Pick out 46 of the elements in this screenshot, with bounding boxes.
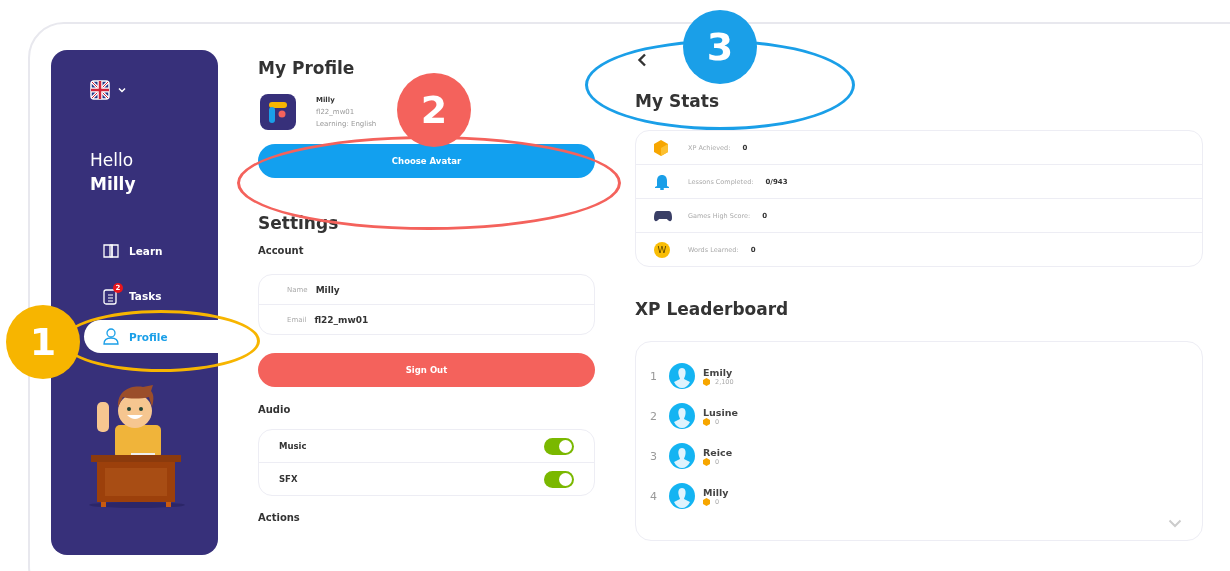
toggle-label: Music (279, 441, 307, 451)
back-chevron-icon[interactable] (637, 53, 647, 67)
book-icon (103, 244, 119, 258)
field-value: Milly (315, 284, 340, 295)
toggle-switch[interactable] (544, 437, 574, 455)
user-name: Milly (89, 173, 137, 196)
rank-number: 1 (650, 369, 658, 383)
nav-item[interactable]: Profile (84, 320, 218, 353)
rank-number: 2 (650, 409, 658, 423)
subsection-title: Account (258, 245, 305, 256)
player-name: Emily (703, 366, 733, 378)
player-name: Milly (703, 486, 729, 498)
avatar-icon (669, 363, 695, 389)
player-name: Lusine (703, 406, 738, 418)
player-name: Reice (703, 446, 733, 458)
toggle-label: SFX (279, 474, 298, 484)
choose-avatar-button[interactable]: Choose Avatar (258, 144, 595, 178)
app-logo-icon (260, 94, 296, 130)
hexagon-icon (703, 417, 710, 426)
hexagon-icon (703, 377, 710, 386)
letter-coin-icon: W (654, 241, 670, 258)
avatar-icon (669, 443, 695, 469)
bell-icon (654, 173, 670, 190)
step-number-badge: 3 (683, 10, 757, 84)
step-number-badge: 2 (397, 73, 471, 147)
toggle-switch[interactable] (544, 470, 574, 488)
subsection-title: Actions (258, 512, 301, 523)
hexagon-icon (703, 497, 710, 506)
flag-icon[interactable] (90, 80, 110, 100)
hexagon-icon (654, 139, 668, 156)
hexagon-icon (703, 457, 710, 466)
rank-number: 4 (650, 489, 658, 503)
field-value: fl22_mw01 (314, 314, 369, 325)
rank-number: 3 (650, 449, 658, 463)
avatar-icon (669, 483, 695, 509)
sign-out-button[interactable]: Sign Out (258, 353, 595, 387)
step-number-badge: 1 (6, 305, 80, 379)
greeting: Hello (89, 149, 135, 172)
section-title: My Stats (635, 90, 720, 113)
subsection-title: Audio (258, 404, 292, 415)
nav-item[interactable]: Learn (84, 236, 218, 266)
avatar-icon (669, 403, 695, 429)
section-title: XP Leaderboard (635, 298, 790, 321)
user-icon (103, 328, 119, 345)
section-title: My Profile (258, 57, 356, 80)
gamepad-icon (654, 209, 672, 222)
